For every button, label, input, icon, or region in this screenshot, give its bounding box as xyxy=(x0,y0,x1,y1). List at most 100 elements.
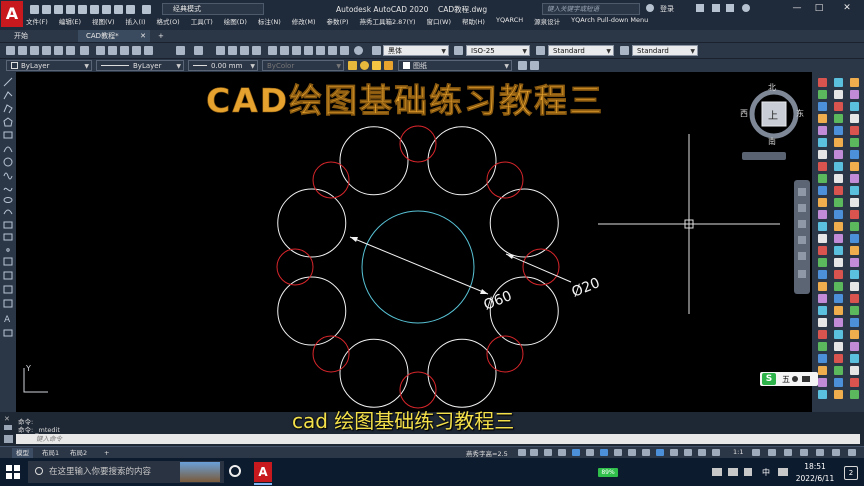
modify-tool-icon[interactable] xyxy=(850,78,859,87)
small-circle[interactable] xyxy=(486,161,524,199)
text-style-icon[interactable] xyxy=(372,46,381,55)
small-circle[interactable] xyxy=(276,248,314,286)
isolate-objects-icon[interactable] xyxy=(816,449,824,456)
modify-tool-icon[interactable] xyxy=(834,222,843,231)
modify-tool-icon[interactable] xyxy=(834,186,843,195)
viewcube-west[interactable]: 西 xyxy=(740,108,748,119)
pan-icon[interactable] xyxy=(216,46,225,55)
text-height-status[interactable]: 燕秀字高=2.5 xyxy=(466,448,508,458)
modify-tool-icon[interactable] xyxy=(834,234,843,243)
menu-item-3[interactable]: 插入(I) xyxy=(126,16,146,28)
viewcube-east[interactable]: 东 xyxy=(796,108,804,119)
new-icon[interactable] xyxy=(6,46,15,55)
modify-tool-icon[interactable] xyxy=(850,138,859,147)
modify-tool-icon[interactable] xyxy=(818,186,827,195)
undo-icon[interactable] xyxy=(126,5,135,14)
outer-circle[interactable] xyxy=(339,126,409,196)
modify-tool-icon[interactable] xyxy=(850,390,859,399)
paste-icon[interactable] xyxy=(120,46,129,55)
copy-icon[interactable] xyxy=(108,46,117,55)
line-icon[interactable] xyxy=(3,77,13,87)
modify-tool-icon[interactable] xyxy=(850,114,859,123)
workspace-switching-icon[interactable] xyxy=(752,449,760,456)
modify-tool-icon[interactable] xyxy=(850,318,859,327)
nav-zoom-icon[interactable] xyxy=(798,220,806,228)
drawing-canvas[interactable]: Ø60 Ø20 xyxy=(16,72,812,412)
modify-tool-icon[interactable] xyxy=(834,390,843,399)
customization-icon[interactable] xyxy=(848,449,856,456)
ellipse-icon[interactable] xyxy=(3,197,13,203)
clock-time[interactable]: 18:51 xyxy=(800,462,830,471)
modify-tool-icon[interactable] xyxy=(818,138,827,147)
tab-close-icon[interactable]: ✕ xyxy=(140,30,146,42)
nav-more-icon[interactable] xyxy=(798,270,806,278)
battery-indicator[interactable]: 89% xyxy=(598,468,618,477)
outer-circle[interactable] xyxy=(489,188,559,258)
menu-item-7[interactable]: 标注(N) xyxy=(258,16,281,28)
modify-tool-icon[interactable] xyxy=(850,186,859,195)
modify-tool-icon[interactable] xyxy=(834,378,843,387)
modify-tool-icon[interactable] xyxy=(850,306,859,315)
zoom-realtime-icon[interactable] xyxy=(228,46,237,55)
dimension-text-60[interactable]: Ø60 xyxy=(482,288,515,314)
modify-tool-icon[interactable] xyxy=(850,246,859,255)
network-icon[interactable] xyxy=(744,468,752,476)
save-icon[interactable] xyxy=(30,46,39,55)
modify-tool-icon[interactable] xyxy=(850,162,859,171)
modify-tool-icon[interactable] xyxy=(850,378,859,387)
menu-item-5[interactable]: 工具(T) xyxy=(191,16,213,28)
modify-tool-icon[interactable] xyxy=(834,282,843,291)
dimension-text-20[interactable]: Ø20 xyxy=(570,275,603,301)
modify-tool-icon[interactable] xyxy=(818,306,827,315)
close-button[interactable]: ✕ xyxy=(840,2,854,14)
ellipse-arc-icon[interactable] xyxy=(3,209,13,215)
modify-tool-icon[interactable] xyxy=(850,234,859,243)
small-circle[interactable] xyxy=(522,248,560,286)
polar-icon[interactable] xyxy=(586,449,594,456)
modify-tool-icon[interactable] xyxy=(834,78,843,87)
text-style-select[interactable]: 黑体 ▼ xyxy=(383,45,449,56)
tab-start[interactable]: 开始 xyxy=(6,30,76,42)
modify-tool-icon[interactable] xyxy=(818,318,827,327)
navigation-bar[interactable] xyxy=(794,180,810,294)
design-center-icon[interactable] xyxy=(280,46,289,55)
transparency-icon[interactable] xyxy=(656,449,664,456)
new-file-icon[interactable] xyxy=(30,5,39,14)
a360-icon[interactable] xyxy=(726,4,734,12)
units-icon[interactable] xyxy=(784,449,792,456)
open-file-icon[interactable] xyxy=(42,5,51,14)
tool-palettes-icon[interactable] xyxy=(292,46,301,55)
modify-tool-icon[interactable] xyxy=(818,246,827,255)
menu-item-14[interactable]: 源泉设计 xyxy=(534,16,560,28)
publish-icon[interactable] xyxy=(66,46,75,55)
undo-icon[interactable] xyxy=(176,46,185,55)
modify-tool-icon[interactable] xyxy=(850,210,859,219)
outer-circle[interactable] xyxy=(427,338,497,408)
modify-tool-icon[interactable] xyxy=(818,234,827,243)
menu-item-10[interactable]: 燕秀工具箱2.87(Y) xyxy=(359,16,415,28)
arc-icon[interactable] xyxy=(3,146,13,153)
modify-tool-icon[interactable] xyxy=(850,366,859,375)
sheet-set-icon[interactable] xyxy=(304,46,313,55)
ime-keyboard-icon[interactable] xyxy=(802,376,810,382)
revcloud-icon[interactable] xyxy=(3,172,13,180)
modify-tool-icon[interactable] xyxy=(818,270,827,279)
share-icon[interactable] xyxy=(114,5,123,14)
make-current-layer-icon[interactable] xyxy=(518,61,527,70)
modify-tool-icon[interactable] xyxy=(834,270,843,279)
modify-tool-icon[interactable] xyxy=(834,102,843,111)
menu-item-15[interactable]: YQArch Pull-down Menu xyxy=(571,16,648,28)
table-style-select[interactable]: Standard ▼ xyxy=(548,45,614,56)
command-customize-icon[interactable] xyxy=(4,435,13,443)
modify-tool-icon[interactable] xyxy=(850,102,859,111)
clean-screen-icon[interactable] xyxy=(832,449,840,456)
showmotion-icon[interactable] xyxy=(798,252,806,260)
tab-layout2[interactable]: 布局2 xyxy=(66,448,91,458)
exchange-icon[interactable] xyxy=(712,4,720,12)
menu-item-1[interactable]: 编辑(E) xyxy=(59,16,81,28)
dim-style-select[interactable]: ISO-25 ▼ xyxy=(466,45,530,56)
help-icon[interactable] xyxy=(354,46,363,55)
cortana-icon[interactable] xyxy=(229,465,241,477)
layer-select[interactable]: 图纸 ▼ xyxy=(398,60,512,71)
menu-item-12[interactable]: 帮助(H) xyxy=(462,16,485,28)
